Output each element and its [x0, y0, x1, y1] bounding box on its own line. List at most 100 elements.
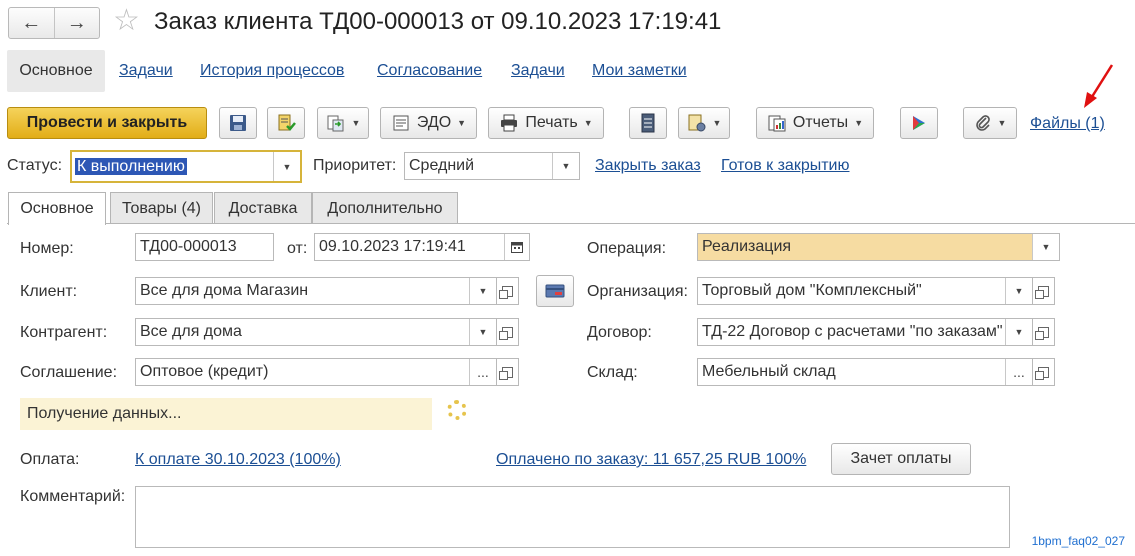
- attach-button[interactable]: ▼: [963, 107, 1017, 139]
- organization-open-button[interactable]: [1033, 277, 1055, 305]
- client-label: Клиент:: [20, 283, 78, 300]
- client-open-button[interactable]: [497, 277, 519, 305]
- reports-label: Отчеты: [792, 114, 849, 131]
- chevron-down-icon[interactable]: ▼: [273, 152, 300, 181]
- priority-label: Приоритет:: [313, 157, 397, 174]
- forward-button[interactable]: →: [53, 8, 100, 38]
- counterparty-label: Контрагент:: [20, 324, 108, 341]
- post-and-close-button[interactable]: Провести и закрыть: [7, 107, 207, 139]
- open-window-icon: [499, 285, 513, 299]
- contract-select[interactable]: ТД-22 Договор с расчетами "по заказам" ▼: [697, 318, 1033, 346]
- priority-value: Средний: [409, 157, 475, 174]
- warehouse-label: Склад:: [587, 364, 638, 381]
- save-icon: [230, 115, 246, 131]
- save-button[interactable]: [219, 107, 257, 139]
- number-field[interactable]: ТД00-000013: [135, 233, 274, 261]
- agreement-field[interactable]: Оптовое (кредит) ...: [135, 358, 497, 386]
- tab-goods[interactable]: Товары (4): [110, 192, 213, 224]
- nav-tab-main[interactable]: Основное: [7, 50, 105, 92]
- contract-open-button[interactable]: [1033, 318, 1055, 346]
- date-field[interactable]: 09.10.2023 17:19:41: [314, 233, 530, 261]
- calendar-icon[interactable]: [504, 234, 529, 260]
- paid-amount-link[interactable]: Оплачено по заказу: 11 657,25 RUB 100%: [496, 451, 806, 469]
- contract-label: Договор:: [587, 324, 652, 341]
- comment-input[interactable]: [135, 486, 1010, 548]
- list-icon: [641, 113, 655, 133]
- chevron-down-icon: ▼: [712, 118, 722, 128]
- nav-tab-process-history[interactable]: История процессов: [200, 62, 344, 80]
- status-label: Статус:: [7, 157, 63, 174]
- chevron-down-icon: ▼: [997, 118, 1007, 128]
- back-arrow-icon: ←: [21, 11, 42, 34]
- open-window-icon: [1035, 285, 1049, 299]
- favorite-star-icon[interactable]: ☆: [113, 5, 140, 37]
- contract-value: ТД-22 Договор с расчетами "по заказам": [702, 323, 1003, 340]
- nav-tab-tasks[interactable]: Задачи: [119, 62, 173, 80]
- client-card-button[interactable]: [536, 275, 574, 307]
- chevron-down-icon[interactable]: ▼: [469, 319, 496, 345]
- edo-button[interactable]: ЭДО ▼: [380, 107, 477, 139]
- watermark: 1bpm_faq02_027: [1031, 534, 1125, 548]
- payment-offset-button[interactable]: Зачет оплаты: [831, 443, 971, 475]
- chevron-down-icon[interactable]: ▼: [552, 153, 579, 179]
- process-button[interactable]: [900, 107, 938, 139]
- operation-select[interactable]: Реализация ▼: [697, 233, 1060, 261]
- loading-spinner-icon: [447, 400, 467, 420]
- warehouse-field[interactable]: Мебельный склад ...: [697, 358, 1033, 386]
- tab-additional[interactable]: Дополнительно: [312, 192, 458, 224]
- post-button[interactable]: [267, 107, 305, 139]
- post-and-close-label: Провести и закрыть: [26, 114, 188, 131]
- loading-text: Получение данных...: [27, 405, 182, 422]
- chevron-down-icon: ▼: [583, 118, 593, 128]
- history-nav: ← →: [8, 7, 100, 39]
- chevron-down-icon[interactable]: ▼: [1005, 278, 1032, 304]
- organization-label: Организация:: [587, 283, 688, 300]
- paperclip-icon: [975, 115, 990, 131]
- page-title: Заказ клиента ТД00-000013 от 09.10.2023 …: [154, 8, 722, 35]
- chevron-down-icon[interactable]: ▼: [469, 278, 496, 304]
- create-based-on-button[interactable]: ▼: [317, 107, 369, 139]
- reports-button[interactable]: Отчеты ▼: [756, 107, 874, 139]
- agreement-open-button[interactable]: [497, 358, 519, 386]
- nav-tab-tasks-2[interactable]: Задачи: [511, 62, 565, 80]
- counterparty-open-button[interactable]: [497, 318, 519, 346]
- tab-divider: [7, 223, 1135, 224]
- client-select[interactable]: Все для дома Магазин ▼: [135, 277, 497, 305]
- counterparty-select[interactable]: Все для дома ▼: [135, 318, 497, 346]
- related-documents-button[interactable]: ▼: [678, 107, 730, 139]
- chevron-down-icon[interactable]: ▼: [1005, 319, 1032, 345]
- create-based-on-icon: [327, 115, 344, 132]
- printer-icon: [501, 114, 518, 132]
- warehouse-open-button[interactable]: [1033, 358, 1055, 386]
- loading-notice: Получение данных...: [20, 398, 432, 430]
- warehouse-value: Мебельный склад: [702, 363, 836, 380]
- tab-main[interactable]: Основное: [8, 192, 106, 225]
- card-icon: [545, 284, 565, 298]
- nav-tab-my-notes[interactable]: Мои заметки: [592, 62, 687, 80]
- chevron-down-icon: ▼: [351, 118, 361, 128]
- structure-button[interactable]: [629, 107, 667, 139]
- chevron-down-icon[interactable]: ▼: [1032, 234, 1059, 260]
- number-label: Номер:: [20, 240, 74, 257]
- operation-label: Операция:: [587, 240, 667, 257]
- date-from-label: от:: [287, 240, 308, 257]
- open-window-icon: [499, 366, 513, 380]
- priority-select[interactable]: Средний ▼: [404, 152, 580, 180]
- open-window-icon: [1035, 366, 1049, 380]
- process-icon: [913, 116, 925, 130]
- back-button[interactable]: ←: [9, 8, 54, 38]
- print-button[interactable]: Печать ▼: [488, 107, 604, 139]
- payment-due-link[interactable]: К оплате 30.10.2023 (100%): [135, 451, 341, 469]
- close-order-link[interactable]: Закрыть заказ: [595, 157, 701, 175]
- files-link[interactable]: Файлы (1): [1030, 115, 1105, 133]
- payment-offset-label: Зачет оплаты: [850, 450, 952, 467]
- ellipsis-button[interactable]: ...: [1005, 359, 1032, 385]
- chevron-down-icon: ▼: [854, 118, 864, 128]
- payment-label: Оплата:: [20, 451, 80, 468]
- status-select[interactable]: К выполнению ▼: [70, 150, 302, 183]
- nav-tab-approval[interactable]: Согласование: [377, 62, 482, 80]
- ellipsis-button[interactable]: ...: [469, 359, 496, 385]
- ready-to-close-link[interactable]: Готов к закрытию: [721, 157, 849, 175]
- organization-select[interactable]: Торговый дом "Комплексный" ▼: [697, 277, 1033, 305]
- tab-delivery[interactable]: Доставка: [214, 192, 312, 224]
